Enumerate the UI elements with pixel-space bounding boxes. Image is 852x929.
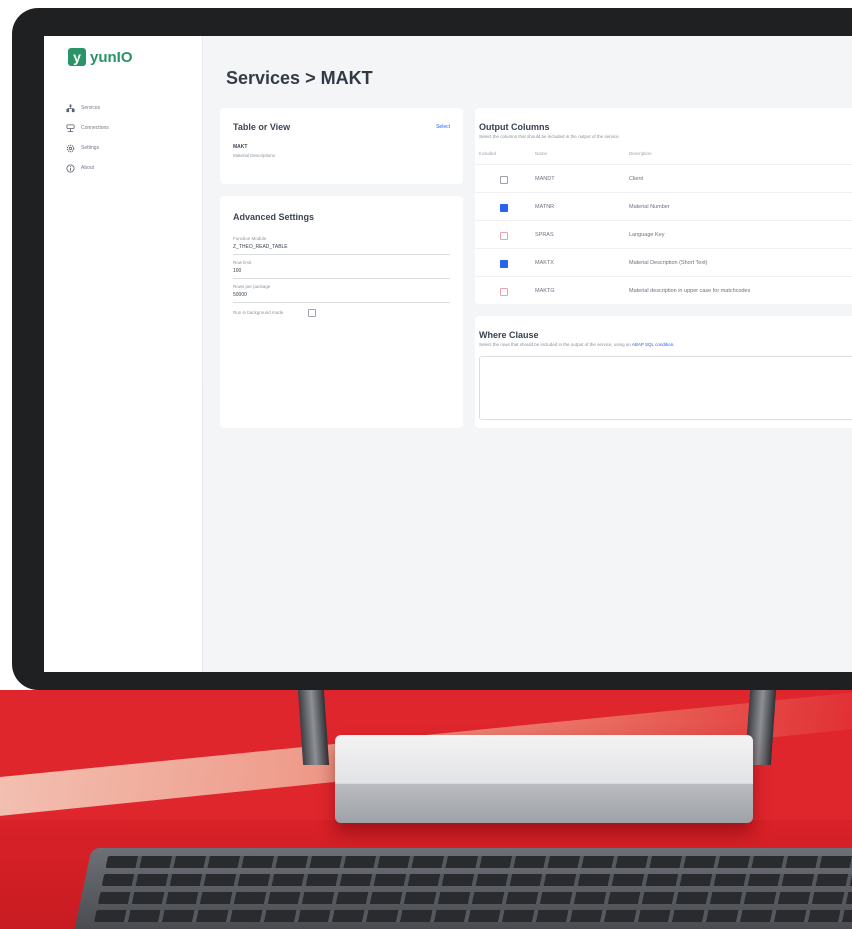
row-limit-label: Row limit xyxy=(233,260,252,265)
sidebar-item-connections[interactable]: Connections xyxy=(66,118,109,138)
keyboard-row xyxy=(105,856,852,868)
card-title: Table or View xyxy=(233,122,291,132)
logo-text: yunIO xyxy=(90,48,133,66)
background-mode-checkbox[interactable] xyxy=(308,309,316,317)
field-underline xyxy=(233,302,450,303)
output-columns-card: Output Columns Select the columns that s… xyxy=(475,108,852,304)
advanced-settings-card: Advanced Settings Function Module Z_THEO… xyxy=(220,196,463,428)
include-checkbox[interactable] xyxy=(500,232,508,240)
include-checkbox[interactable] xyxy=(500,288,508,296)
card-subtitle: Select the columns that should be includ… xyxy=(479,134,620,139)
column-description: Material Number xyxy=(629,204,670,210)
sidebar-item-label: Services xyxy=(81,105,101,111)
monitor-stand-base xyxy=(335,735,753,823)
table-row[interactable]: MATNR Material Number xyxy=(475,192,852,221)
select-table-link[interactable]: Select xyxy=(436,124,450,130)
page-title: Services > MAKT xyxy=(226,68,373,88)
include-checkbox[interactable] xyxy=(500,204,508,212)
card-title: Output Columns xyxy=(479,122,550,132)
column-header-description[interactable]: Description xyxy=(629,151,652,156)
keyboard xyxy=(68,848,852,929)
column-description: Material Description (Short Text) xyxy=(629,260,708,266)
column-description: Language Key xyxy=(629,232,665,238)
sidebar: y yunIO Services Connections Settings Ab… xyxy=(44,36,203,672)
app-logo[interactable]: y yunIO xyxy=(68,48,133,66)
sidebar-item-label: Connections xyxy=(81,125,109,131)
column-name: MANDT xyxy=(535,176,555,182)
where-clause-textarea[interactable] xyxy=(479,356,852,420)
column-name: MATNR xyxy=(535,204,555,210)
card-title: Where Clause xyxy=(479,330,539,340)
row-limit-field[interactable]: 100 xyxy=(233,268,241,274)
table-description: Material Descriptions xyxy=(233,153,276,158)
table-row[interactable]: SPRAS Language Key xyxy=(475,220,852,249)
function-module-label: Function Module xyxy=(233,236,267,241)
table-name: MAKT xyxy=(233,144,248,150)
include-checkbox[interactable] xyxy=(500,176,508,184)
column-description: Material description in upper case for m… xyxy=(629,288,751,294)
function-module-field[interactable]: Z_THEO_READ_TABLE xyxy=(233,244,288,250)
column-description: Client xyxy=(629,176,644,182)
keyboard-row xyxy=(93,910,852,922)
gear-icon xyxy=(66,144,75,153)
sidebar-item-settings[interactable]: Settings xyxy=(66,138,109,158)
rows-per-package-label: Rows per package xyxy=(233,284,271,289)
table-or-view-card: Table or View Select MAKT Material Descr… xyxy=(220,108,463,184)
sidebar-item-label: About xyxy=(81,165,95,171)
sidebar-item-services[interactable]: Services xyxy=(66,98,109,118)
background-mode-label: Run in background mode xyxy=(233,310,284,315)
monitor: y yunIO Services Connections Settings Ab… xyxy=(12,8,852,690)
services-icon xyxy=(66,103,75,113)
card-title: Advanced Settings xyxy=(233,212,315,222)
info-icon xyxy=(66,163,75,173)
column-name: SPRAS xyxy=(535,232,554,238)
include-checkbox[interactable] xyxy=(500,260,508,268)
sidebar-item-label: Settings xyxy=(81,145,100,151)
logo-mark: y xyxy=(68,48,86,66)
card-subtitle: Select the rows that should be included … xyxy=(479,342,674,347)
abap-sql-link[interactable]: ABAP SQL condition. xyxy=(632,342,675,347)
sidebar-nav: Services Connections Settings About xyxy=(66,98,109,178)
table-row[interactable]: MAKTX Material Description (Short Text) xyxy=(475,248,852,277)
table-row[interactable]: MAKTG Material description in upper case… xyxy=(475,276,852,305)
sidebar-item-about[interactable]: About xyxy=(66,158,109,178)
keyboard-row xyxy=(101,874,852,886)
where-clause-subtitle-text: Select the rows that should be included … xyxy=(479,342,631,347)
keyboard-row xyxy=(97,892,852,904)
column-header-included: Included xyxy=(479,151,497,156)
connections-icon xyxy=(66,123,75,133)
field-underline xyxy=(233,278,450,279)
product-scene: y yunIO Services Connections Settings Ab… xyxy=(0,0,852,929)
column-header-name[interactable]: Name xyxy=(535,151,547,156)
field-underline xyxy=(233,254,450,255)
app-screen: y yunIO Services Connections Settings Ab… xyxy=(44,36,852,672)
where-clause-card: Where Clause Select the rows that should… xyxy=(475,316,852,428)
table-row[interactable]: MANDT Client xyxy=(475,164,852,193)
column-name: MAKTX xyxy=(535,260,554,266)
column-name: MAKTG xyxy=(535,288,555,294)
rows-per-package-field[interactable]: 50000 xyxy=(233,292,247,298)
